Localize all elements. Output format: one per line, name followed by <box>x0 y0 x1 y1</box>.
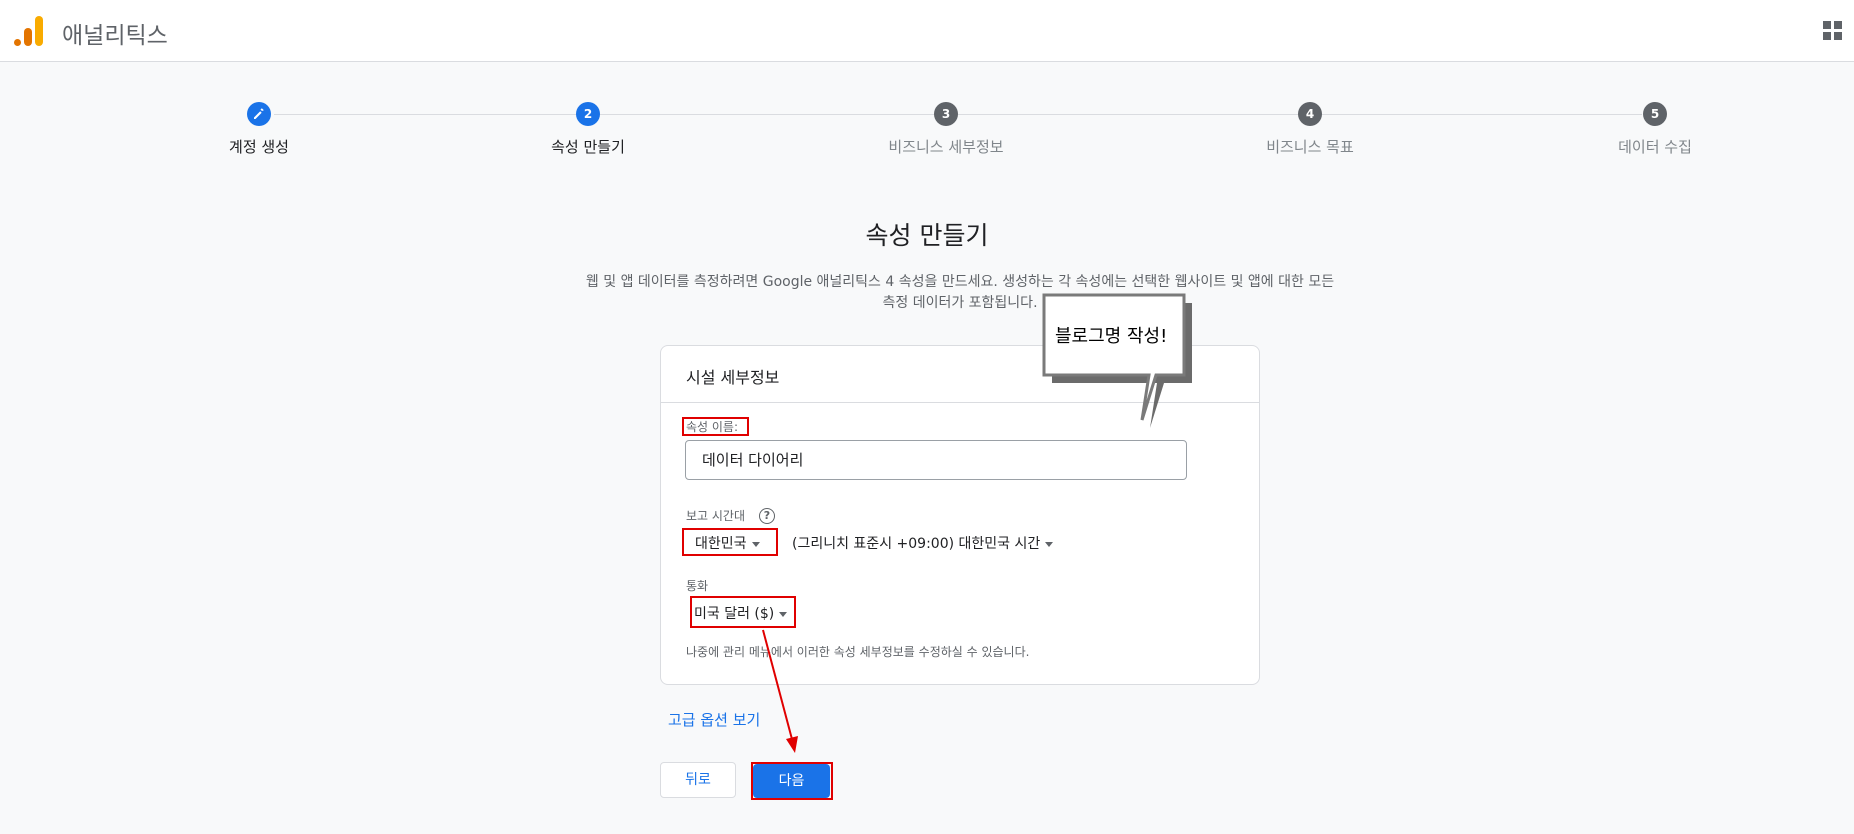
timezone-dropdown[interactable]: (그리니치 표준시 +09:00) 대한민국 시간 <box>792 533 1054 553</box>
page-title: 속성 만들기 <box>865 221 989 250</box>
step-number: 2 <box>576 102 600 126</box>
description-line: 웹 및 앱 데이터를 측정하려면 Google 애널리틱스 4 속성을 만드세요… <box>585 274 1335 290</box>
step-business-details: 3 비즈니스 세부정보 <box>846 102 1046 157</box>
callout-text: 블로그명 작성! <box>1055 326 1168 347</box>
annotation-arrow <box>762 629 798 753</box>
step-number: 4 <box>1298 102 1322 126</box>
edit-pencil-icon <box>247 102 271 126</box>
apps-grid-icon[interactable] <box>1823 21 1843 41</box>
edit-later-note: 나중에 관리 메뉴에서 이러한 속성 세부정보를 수정하실 수 있습니다. <box>686 645 1030 659</box>
step-number: 5 <box>1643 102 1667 126</box>
top-app-bar: 애널리틱스 <box>0 0 1854 62</box>
page-description: 웹 및 앱 데이터를 측정하려면 Google 애널리틱스 4 속성을 만드세요… <box>560 272 1360 314</box>
back-button[interactable]: 뒤로 <box>660 762 736 798</box>
description-line: 측정 데이터가 포함됩니다. <box>882 295 1038 311</box>
currency-dropdown[interactable]: 미국 달러 ($) <box>694 603 788 623</box>
country-dropdown[interactable]: 대한민국 <box>695 533 760 553</box>
timezone-label: 보고 시간대 <box>686 509 746 523</box>
step-label: 계정 생성 <box>229 138 289 156</box>
advanced-options-link[interactable]: 고급 옵션 보기 <box>668 709 760 730</box>
step-business-goals: 4 비즈니스 목표 <box>1210 102 1410 157</box>
app-title: 애널리틱스 <box>62 23 168 49</box>
caret-down-icon <box>751 541 760 547</box>
speech-bubble-callout <box>1042 293 1192 428</box>
step-label: 속성 만들기 <box>551 138 625 156</box>
country-value: 대한민국 <box>695 536 747 552</box>
property-name-label: 속성 이름: <box>686 420 739 434</box>
analytics-logo-icon[interactable] <box>14 14 44 46</box>
caret-down-icon <box>1045 541 1054 547</box>
step-label: 비즈니스 세부정보 <box>888 138 1004 156</box>
timezone-value: (그리니치 표준시 +09:00) 대한민국 시간 <box>792 536 1041 552</box>
step-data-collection: 5 데이터 수집 <box>1555 102 1755 157</box>
step-account-create: 계정 생성 <box>159 102 359 157</box>
step-number: 3 <box>934 102 958 126</box>
card-title: 시설 세부정보 <box>686 368 780 387</box>
step-label: 비즈니스 목표 <box>1266 138 1354 156</box>
next-button[interactable]: 다음 <box>753 764 830 798</box>
property-name-input[interactable]: 데이터 다이어리 <box>685 440 1187 480</box>
caret-down-icon <box>779 611 788 617</box>
step-create-property: 2 속성 만들기 <box>488 102 688 157</box>
currency-label: 통화 <box>686 579 709 593</box>
help-icon[interactable]: ? <box>759 508 775 524</box>
step-label: 데이터 수집 <box>1618 138 1692 156</box>
currency-value: 미국 달러 ($) <box>694 606 775 622</box>
